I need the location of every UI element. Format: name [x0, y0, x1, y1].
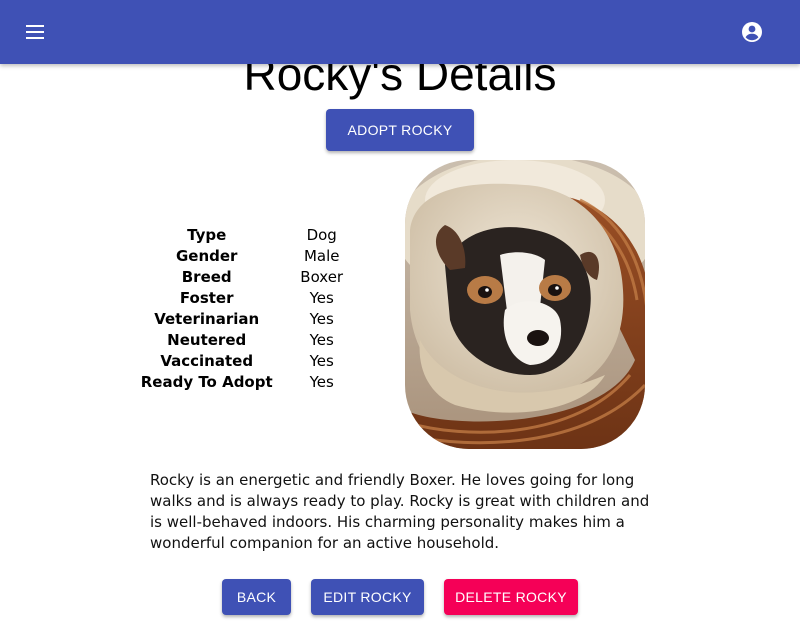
detail-row-gender: Gender Male [140, 245, 370, 266]
delete-button[interactable]: DELETE ROCKY [444, 579, 578, 615]
detail-value: Yes [309, 372, 334, 391]
detail-value: Yes [309, 288, 334, 307]
detail-value: Boxer [300, 267, 344, 286]
detail-label: Foster [179, 288, 234, 307]
detail-value: Yes [309, 351, 334, 370]
detail-label: Type [187, 225, 227, 244]
detail-value: Yes [309, 309, 334, 328]
detail-label: Veterinarian [154, 309, 260, 328]
detail-row-type: Type Dog [140, 224, 370, 245]
puppy-in-basket-illustration [405, 160, 645, 449]
detail-row-ready-to-adopt: Ready To Adopt Yes [140, 371, 370, 392]
back-button[interactable]: BACK [222, 579, 291, 615]
detail-label: Breed [181, 267, 232, 286]
detail-value: Dog [306, 225, 337, 244]
pet-description: Rocky is an energetic and friendly Boxer… [150, 471, 650, 552]
detail-row-vaccinated: Vaccinated Yes [140, 350, 370, 371]
detail-row-neutered: Neutered Yes [140, 329, 370, 350]
detail-label: Vaccinated [160, 351, 254, 370]
details-table: Type Dog Gender Male Breed Boxer Foster … [140, 224, 370, 392]
detail-row-veterinarian: Veterinarian Yes [140, 308, 370, 329]
detail-value: Yes [309, 330, 334, 349]
pet-photo [405, 160, 645, 449]
hamburger-menu-icon[interactable] [24, 22, 46, 42]
edit-button[interactable]: EDIT ROCKY [311, 579, 424, 615]
app-bar [0, 0, 800, 64]
detail-label: Gender [175, 246, 238, 265]
detail-value: Male [303, 246, 340, 265]
detail-row-foster: Foster Yes [140, 287, 370, 308]
detail-label: Ready To Adopt [140, 372, 273, 391]
account-circle-icon[interactable] [740, 20, 764, 44]
detail-row-breed: Breed Boxer [140, 266, 370, 287]
detail-label: Neutered [167, 330, 247, 349]
adopt-button[interactable]: ADOPT ROCKY [326, 109, 474, 151]
